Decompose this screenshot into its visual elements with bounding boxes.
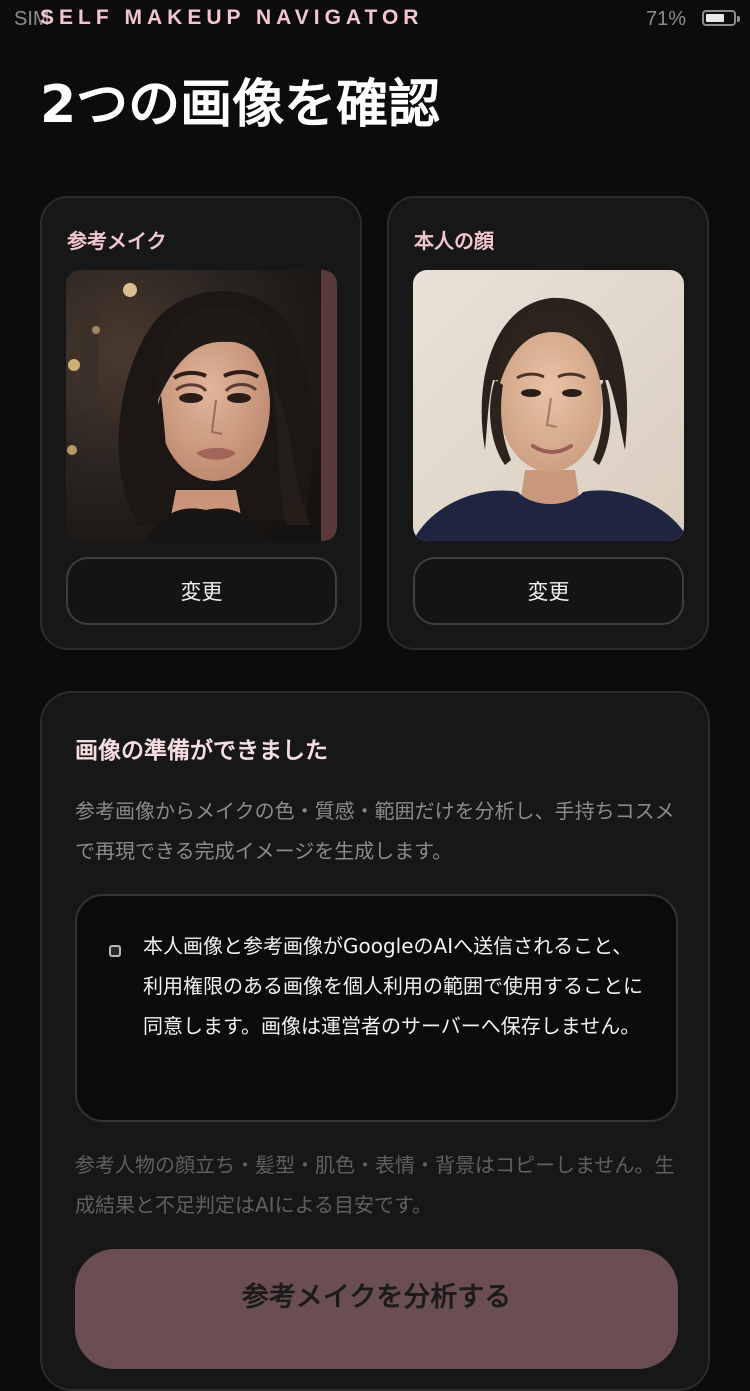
self-change-button[interactable]: 変更 — [413, 557, 684, 625]
self-card-label: 本人の顔 — [414, 229, 494, 253]
analysis-info-panel: 画像の準備ができました 参考画像からメイクの色・質感・範囲だけを分析し、手持ちコ… — [40, 691, 710, 1391]
consent-box[interactable]: 本人画像と参考画像がGoogleのAIへ送信されること、利用権限のある画像を個人… — [75, 894, 678, 1122]
analyze-makeup-button[interactable]: 参考メイクを分析する — [75, 1249, 678, 1369]
consent-text: 本人画像と参考画像がGoogleのAIへ送信されること、利用権限のある画像を個人… — [143, 934, 643, 1038]
battery-fill — [706, 14, 724, 22]
battery-percent: 71% — [645, 8, 686, 30]
analysis-description: 参考画像からメイクの色・質感・範囲だけを分析し、手持ちコスメで再現できる完成イメ… — [75, 799, 675, 863]
reference-makeup-photo — [66, 270, 337, 541]
status-bar: SIM SELF MAKEUP NAVIGATOR 71% — [0, 0, 750, 40]
page-title: 2つの画像を確認 — [40, 75, 441, 135]
reference-change-button[interactable]: 変更 — [66, 557, 337, 625]
disclaimer-text: 参考人物の顔立ち・髪型・肌色・表情・背景はコピーしません。生成結果と不足判定はA… — [75, 1153, 675, 1217]
reference-makeup-card: 参考メイク 変更 — [40, 196, 362, 650]
ready-title: 画像の準備ができました — [75, 738, 328, 764]
consent-checkbox[interactable] — [109, 945, 121, 957]
self-face-photo — [413, 270, 684, 541]
reference-card-label: 参考メイク — [67, 229, 167, 253]
battery-icon — [702, 10, 740, 26]
battery-cap — [737, 16, 740, 22]
app-brand: SELF MAKEUP NAVIGATOR — [40, 6, 424, 29]
self-face-card: 本人の顔 変更 — [387, 196, 709, 650]
